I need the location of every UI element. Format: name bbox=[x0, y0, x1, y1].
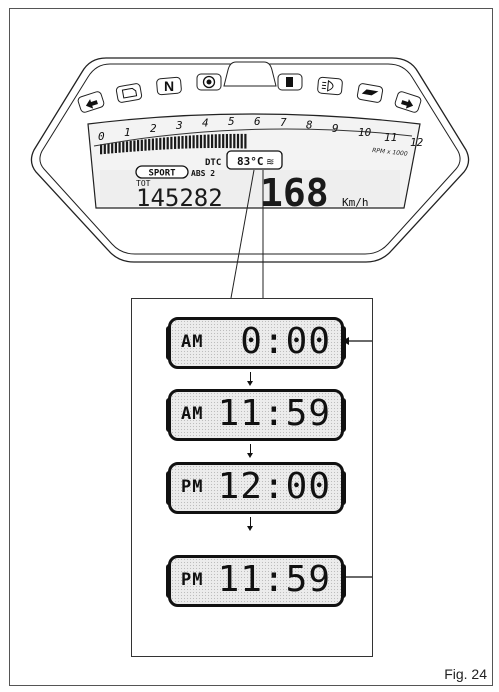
rpm-bar-segment bbox=[214, 134, 217, 148]
rpm-bar-segment bbox=[192, 135, 195, 149]
rpm-bar-segment bbox=[111, 142, 114, 154]
rpm-tick-label: 10 bbox=[358, 126, 372, 139]
sequence-arrow bbox=[247, 372, 253, 386]
rpm-bar-segment bbox=[155, 138, 158, 150]
rpm-tick-label: 11 bbox=[384, 131, 397, 144]
rpm-bar-segment bbox=[118, 142, 121, 153]
ampm-label: AM bbox=[181, 332, 204, 352]
rpm-bar-segment bbox=[107, 143, 110, 154]
rpm-bar-segment bbox=[196, 135, 199, 149]
engine-icon bbox=[115, 83, 143, 103]
rpm-bar-segment bbox=[181, 136, 184, 149]
rpm-tick-label: 1 bbox=[124, 126, 131, 139]
rpm-tick-label: 6 bbox=[254, 115, 261, 128]
clock-setting-panel: AM 0:00 AM 11:59 PM 12:00 PM 11:59 bbox=[131, 298, 373, 657]
bracket-right bbox=[342, 564, 346, 598]
rpm-bar-segment bbox=[211, 134, 214, 148]
ampm-label: PM bbox=[181, 570, 204, 590]
rpm-bar-segment bbox=[207, 134, 210, 149]
bracket-right bbox=[342, 471, 346, 505]
abs-level-label: ABS 2 bbox=[191, 169, 215, 178]
rpm-bar-segment bbox=[222, 134, 225, 149]
rpm-bar-segment bbox=[203, 134, 206, 149]
clock-display-2: AM 11:59 bbox=[166, 389, 346, 441]
clock-display-4: PM 11:59 bbox=[166, 555, 346, 607]
rpm-tick-label: 9 bbox=[332, 122, 339, 135]
rpm-tick-label: 4 bbox=[202, 116, 209, 129]
bracket-left bbox=[166, 564, 170, 598]
clock-time: 12:00 bbox=[217, 466, 331, 507]
bracket-left bbox=[166, 471, 170, 505]
rpm-bar-segment bbox=[185, 135, 188, 149]
bracket-right bbox=[342, 398, 346, 432]
coolant-icon: ≋ bbox=[266, 157, 274, 168]
ampm-label: PM bbox=[181, 477, 204, 497]
rpm-bar-segment bbox=[188, 135, 191, 149]
cluster-hood bbox=[223, 61, 277, 87]
clock-display-3: PM 12:00 bbox=[166, 462, 346, 514]
rpm-bar-segment bbox=[100, 144, 103, 155]
rpm-bar-segment bbox=[125, 141, 129, 153]
clock-time: 0:00 bbox=[240, 321, 331, 362]
rpm-bar-segment bbox=[218, 134, 221, 148]
rpm-tick-label: 7 bbox=[280, 116, 287, 129]
rpm-bar-segment bbox=[244, 133, 247, 149]
rpm-bar-segment bbox=[159, 137, 162, 150]
rpm-bar-segment bbox=[137, 140, 140, 152]
speed-value: 168 bbox=[260, 171, 329, 215]
rpm-tick-label: 0 bbox=[98, 130, 105, 143]
rpm-bar-segment bbox=[103, 143, 106, 154]
ampm-label: AM bbox=[181, 404, 204, 424]
rpm-bar-segment bbox=[166, 137, 169, 150]
rpm-bar-segment bbox=[140, 139, 143, 151]
temperature-value: 83°C bbox=[237, 155, 264, 168]
rpm-tick-label: 2 bbox=[150, 122, 157, 135]
odometer-value: 145282 bbox=[136, 184, 223, 212]
rpm-bar-segment bbox=[174, 136, 177, 149]
high-beam-icon bbox=[317, 76, 343, 96]
clock-time: 11:59 bbox=[217, 393, 331, 434]
rpm-bar-segment bbox=[233, 133, 236, 149]
rpm-bar-segment bbox=[133, 140, 136, 152]
rpm-tick-label: 12 bbox=[410, 136, 424, 149]
bracket-left bbox=[166, 398, 170, 432]
rpm-bar-segment bbox=[129, 140, 132, 152]
rpm-bar-segment bbox=[114, 142, 117, 154]
figure-caption: Fig. 24 bbox=[444, 666, 487, 682]
rpm-bar-segment bbox=[151, 138, 154, 151]
rpm-bar-segment bbox=[240, 133, 243, 149]
rpm-bar-segment bbox=[225, 133, 228, 149]
bracket-left bbox=[166, 326, 170, 360]
rpm-bar-segment bbox=[229, 133, 232, 149]
rpm-bar-segment bbox=[122, 141, 125, 153]
sequence-arrow bbox=[247, 517, 253, 531]
rpm-tick-label: 5 bbox=[228, 115, 235, 128]
rpm-bar-segment bbox=[162, 137, 166, 150]
rpm-bar-segment bbox=[148, 138, 151, 151]
rpm-bar-segment bbox=[199, 134, 203, 149]
clock-display-1: AM 0:00 bbox=[166, 317, 346, 369]
sport-mode-label: SPORT bbox=[148, 169, 176, 179]
neutral-label: N bbox=[164, 78, 174, 94]
rpm-tick-label: 8 bbox=[306, 118, 313, 131]
rpm-bar-segment bbox=[170, 136, 173, 150]
rpm-bar-segment bbox=[236, 133, 240, 149]
speed-unit: Km/h bbox=[342, 196, 369, 209]
clock-time: 11:59 bbox=[217, 559, 331, 600]
rpm-bar-segment bbox=[144, 139, 147, 151]
rpm-tick-label: 3 bbox=[175, 119, 183, 132]
rpm-bar-segment bbox=[177, 136, 180, 149]
sequence-arrow bbox=[247, 444, 253, 458]
bracket-right bbox=[342, 326, 346, 360]
